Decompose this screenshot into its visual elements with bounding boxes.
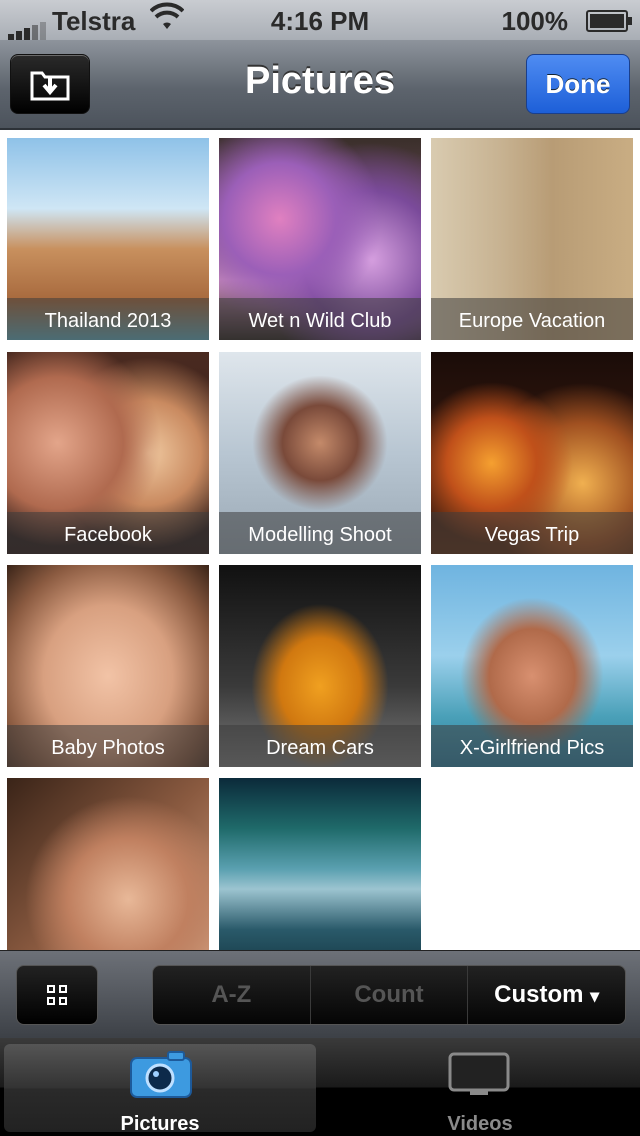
done-button[interactable]: Done [526, 54, 630, 114]
wet-hair-portrait-photo [7, 778, 209, 950]
album-tile[interactable]: Modelling Shoot [219, 352, 421, 554]
album-tile[interactable]: Europe Vacation [431, 138, 633, 340]
tab-label: Videos [447, 1113, 513, 1135]
album-tile[interactable]: Vegas Trip [431, 352, 633, 554]
album-caption: Europe Vacation [431, 298, 633, 340]
sort-count-option[interactable]: Count [311, 966, 469, 1024]
navigation-bar: Pictures Done [0, 40, 640, 130]
battery-icon [586, 10, 632, 32]
album-tile[interactable]: Facebook [7, 352, 209, 554]
dropdown-arrow-icon: ▾ [590, 986, 600, 1006]
sort-custom-label: Custom [494, 981, 584, 1008]
sort-segmented-control: A-Z Count Custom ▾ [152, 965, 626, 1025]
album-caption: Modelling Shoot [219, 512, 421, 554]
album-caption: Baby Photos [7, 725, 209, 767]
aurora-mountains-photo [219, 778, 421, 950]
tab-label: Pictures [120, 1113, 200, 1135]
album-caption: Thailand 2013 [7, 298, 209, 340]
sort-custom-option[interactable]: Custom ▾ [468, 966, 625, 1024]
grid-icon [47, 985, 67, 1005]
album-caption: Vegas Trip [431, 512, 633, 554]
album-caption: Facebook [7, 512, 209, 554]
sort-az-option[interactable]: A-Z [153, 966, 311, 1024]
album-tile[interactable]: Thailand 2013 [7, 138, 209, 340]
album-tile[interactable] [7, 778, 209, 950]
tab-pictures[interactable]: Pictures [4, 1044, 316, 1135]
tv-icon [448, 1052, 510, 1095]
album-tile[interactable]: Baby Photos [7, 565, 209, 767]
sort-toolbar: A-Z Count Custom ▾ [0, 950, 640, 1039]
album-tile[interactable]: X-Girlfriend Pics [431, 565, 633, 767]
grid-view-button[interactable] [16, 965, 98, 1025]
camera-icon [130, 1051, 192, 1098]
album-tile[interactable] [219, 778, 421, 950]
album-caption: Wet n Wild Club [219, 298, 421, 340]
album-caption: X-Girlfriend Pics [431, 725, 633, 767]
battery-percent: 100% [501, 6, 569, 36]
tab-bar: Pictures Videos [0, 1038, 640, 1136]
album-grid: Thailand 2013 Wet n Wild Club Europe Vac… [0, 130, 640, 950]
status-bar: Telstra 4:16 PM 100% [0, 0, 640, 42]
album-caption: Dream Cars [219, 725, 421, 767]
album-tile[interactable]: Wet n Wild Club [219, 138, 421, 340]
album-tile[interactable]: Dream Cars [219, 565, 421, 767]
tab-videos[interactable]: Videos [324, 1044, 636, 1135]
